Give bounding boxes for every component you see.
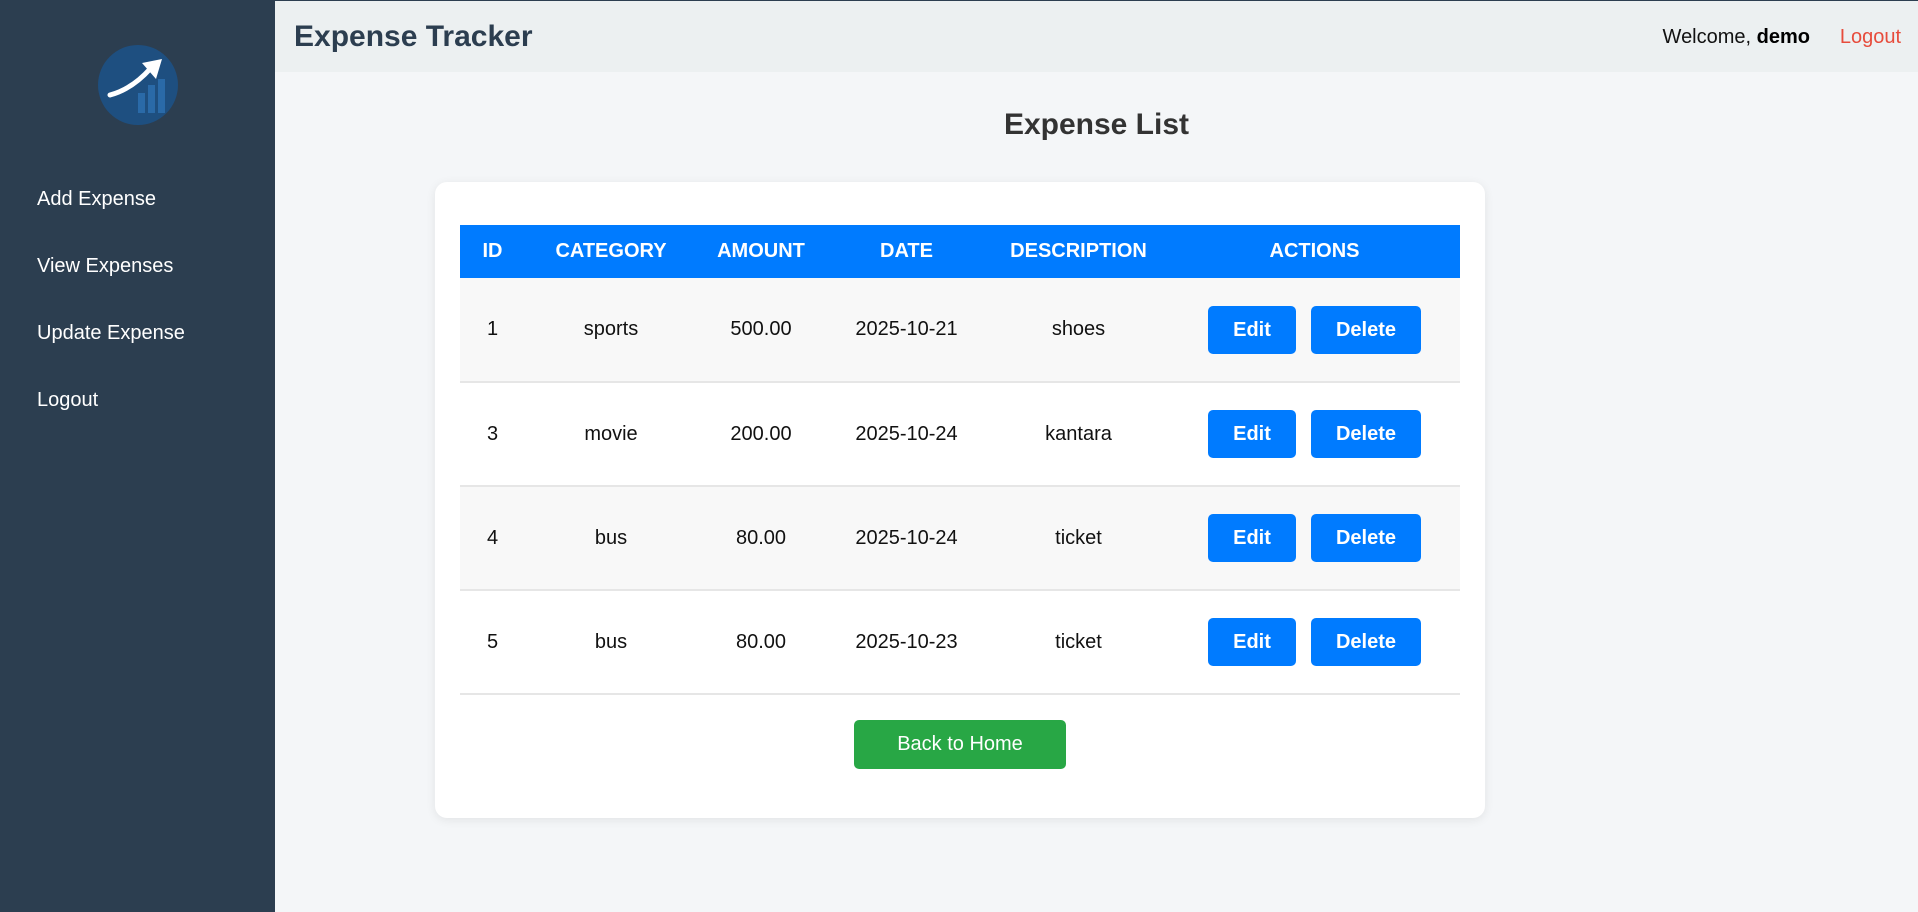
cell-id: 4 [486, 526, 499, 549]
edit-button[interactable]: Edit [1208, 305, 1296, 354]
cell-date: 2025-10-23 [855, 630, 958, 653]
welcome-prefix: Welcome, [1662, 26, 1757, 48]
edit-button[interactable]: Edit [1208, 410, 1296, 458]
cell-id: 5 [486, 630, 499, 653]
back-to-home-button[interactable]: Back to Home [854, 720, 1066, 769]
table-row: 5 bus 80.00 2025-10-23 ticket Edit Delete [460, 590, 1460, 694]
cell-amount: 80.00 [735, 630, 787, 653]
delete-button[interactable]: Delete [1311, 305, 1421, 354]
delete-button[interactable]: Delete [1311, 514, 1421, 562]
sidebar-item-add-expense[interactable]: Add Expense [0, 176, 275, 243]
cell-actions: Edit Delete [1169, 382, 1460, 486]
cell-actions: Edit Delete [1169, 590, 1460, 694]
top-header: Expense Tracker Welcome, demo Logout [275, 0, 1918, 72]
column-header-category: CATEGORY [555, 240, 667, 262]
edit-button[interactable]: Edit [1208, 514, 1296, 562]
column-header-amount: AMOUNT [717, 240, 805, 262]
welcome-message: Welcome, demo [1663, 26, 1810, 49]
cell-category: sports [583, 318, 639, 340]
sidebar-item-view-expenses[interactable]: View Expenses [0, 243, 275, 310]
table-header-row: ID CATEGORY AMOUNT DATE DESCRIPTION ACTI… [460, 225, 1460, 278]
table-row: 1 sports 500.00 2025-10-21 shoes Edit Del… [460, 278, 1460, 382]
cell-date: 2025-10-24 [855, 422, 958, 445]
cell-description: ticket [1055, 526, 1102, 549]
app-root: Add Expense View Expenses Update Expense… [0, 0, 1918, 912]
sidebar-nav: Add Expense View Expenses Update Expense… [0, 176, 275, 444]
trending-up-chart-icon [98, 45, 178, 125]
cell-category: bus [594, 526, 628, 549]
cell-id: 1 [486, 318, 499, 340]
cell-description: shoes [1051, 318, 1106, 340]
cell-category: bus [594, 630, 628, 653]
cell-amount: 80.00 [735, 526, 787, 549]
sidebar-item-logout[interactable]: Logout [0, 377, 275, 444]
cell-description: ticket [1055, 630, 1102, 653]
cell-actions: Edit Delete [1169, 486, 1460, 590]
app-title: Expense Tracker [294, 20, 533, 53]
edit-button[interactable]: Edit [1208, 618, 1296, 666]
page-title: Expense List [1003, 108, 1190, 141]
cell-date: 2025-10-24 [855, 526, 958, 549]
cell-description: kantara [1045, 422, 1112, 445]
header-logout-link[interactable]: Logout [1840, 26, 1901, 49]
table-row: 4 bus 80.00 2025-10-24 ticket Edit Delete [460, 486, 1460, 590]
cell-amount: 200.00 [730, 422, 792, 445]
sidebar-item-update-expense[interactable]: Update Expense [0, 310, 275, 377]
delete-button[interactable]: Delete [1311, 618, 1421, 666]
cell-amount: 500.00 [730, 318, 792, 340]
username: demo [1756, 26, 1810, 48]
column-header-actions: ACTIONS [1269, 240, 1360, 262]
sidebar: Add Expense View Expenses Update Expense… [0, 0, 275, 912]
column-header-description: DESCRIPTION [1010, 240, 1147, 262]
expense-table: ID CATEGORY AMOUNT DATE DESCRIPTION ACTI… [460, 225, 1460, 695]
cell-category: movie [584, 422, 638, 445]
column-header-id: ID [482, 240, 503, 262]
expense-card: ID CATEGORY AMOUNT DATE DESCRIPTION ACTI… [435, 182, 1485, 818]
delete-button[interactable]: Delete [1311, 410, 1421, 458]
column-header-date: DATE [880, 240, 933, 262]
table-row: 3 movie 200.00 2025-10-24 kantara Edit De… [460, 382, 1460, 486]
cell-actions: Edit Delete [1169, 278, 1460, 382]
cell-id: 3 [486, 422, 499, 445]
cell-date: 2025-10-21 [855, 318, 958, 340]
